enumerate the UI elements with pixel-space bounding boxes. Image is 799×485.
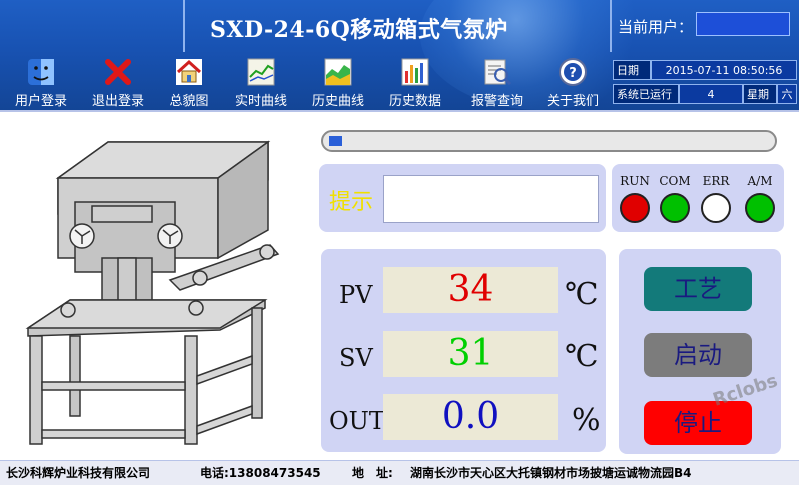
home-icon — [176, 59, 202, 85]
footer-address-label: 地 址: — [352, 466, 393, 480]
tip-label: 提示 — [329, 190, 374, 215]
header-divider — [183, 0, 185, 52]
out-value: 0.0 — [441, 396, 500, 437]
sv-value: 31 — [447, 333, 494, 374]
about-us-button[interactable]: ? 关于我们 — [547, 55, 599, 110]
overview-button-label: 总貌图 — [169, 94, 209, 109]
progress-bar — [321, 130, 777, 152]
readings-panel: PV 34 ℃ SV 31 ℃ OUT 0.0 % — [321, 249, 606, 452]
footer-phone: 电话:13808473545 — [200, 466, 321, 480]
help-icon: ? — [559, 58, 587, 86]
led-com-label: COM — [659, 174, 691, 188]
led-err-label: ERR — [702, 174, 730, 188]
led-am-label: A/M — [747, 174, 773, 188]
app-title: SXD-24-6Q移动箱式气氛炉 — [210, 17, 508, 43]
alarm-search-icon — [484, 59, 512, 86]
svg-text:?: ? — [569, 66, 577, 81]
alarm-query-button-label: 报警查询 — [470, 94, 523, 109]
led-com-indicator — [660, 193, 690, 223]
system-info-panel: 日期 2015-07-11 08:50:56 系统已运行 4 星期 六 — [613, 60, 797, 106]
red-x-icon — [105, 59, 131, 85]
current-user-label: 当前用户： — [618, 18, 694, 36]
pv-value: 34 — [447, 269, 494, 310]
pv-unit: ℃ — [565, 277, 599, 312]
out-unit: % — [572, 403, 601, 438]
runtime-label: 系统已运行 — [613, 84, 679, 104]
date-value: 2015-07-11 08:50:56 — [651, 60, 797, 80]
runtime-value: 4 — [679, 84, 743, 104]
led-am-indicator — [745, 193, 775, 223]
led-run-indicator — [620, 193, 650, 223]
history-data-button-label: 历史数据 — [388, 94, 441, 109]
header-divider — [610, 0, 612, 52]
header-bar: SXD-24-6Q移动箱式气氛炉 当前用户： 用户登录 退出登录 总貌图 实时曲… — [0, 0, 799, 110]
history-curve-button-label: 历史曲线 — [311, 94, 364, 109]
sv-value-box[interactable]: 31 — [383, 331, 558, 377]
sv-unit: ℃ — [565, 339, 599, 374]
runtime-row: 系统已运行 4 星期 六 — [613, 84, 797, 104]
pv-value-box: 34 — [383, 267, 558, 313]
history-chart-icon — [324, 58, 352, 86]
week-label: 星期 — [743, 84, 777, 104]
login-button[interactable]: 用户登录 — [15, 55, 67, 110]
footer-bar: 长沙科辉炉业科技有限公司 电话:13808473545 地 址: 湖南长沙市天心… — [0, 460, 799, 485]
toolbar: 用户登录 退出登录 总貌图 实时曲线 历史曲线 历史数据 报警查询 ? 关于我们 — [0, 55, 610, 110]
led-err-indicator — [701, 193, 731, 223]
sv-label: SV — [339, 344, 373, 372]
history-curve-button[interactable]: 历史曲线 — [312, 55, 364, 110]
logout-button-label: 退出登录 — [91, 94, 144, 109]
alarm-query-button[interactable]: 报警查询 — [471, 55, 523, 110]
furnace-illustration — [25, 140, 280, 445]
progress-bar-fill — [329, 136, 342, 146]
logout-button[interactable]: 退出登录 — [92, 55, 144, 110]
history-data-icon — [401, 58, 429, 86]
history-data-button[interactable]: 历史数据 — [389, 55, 441, 110]
realtime-curve-button-label: 实时曲线 — [234, 94, 287, 109]
footer-address: 湖南长沙市天心区大托镇钢材市场披塘运诚物流园B4 — [410, 466, 692, 480]
login-button-label: 用户登录 — [14, 94, 67, 109]
start-button[interactable]: 启动 — [644, 333, 752, 377]
realtime-chart-icon — [247, 58, 275, 86]
stop-button[interactable]: 停止 — [644, 401, 752, 445]
current-user-field[interactable] — [696, 12, 790, 36]
mac-finder-icon — [28, 59, 54, 85]
date-label: 日期 — [613, 60, 651, 80]
tip-panel: 提示 — [319, 164, 606, 232]
tip-message-box — [383, 175, 599, 223]
led-run-label: RUN — [620, 174, 650, 188]
week-value: 六 — [777, 84, 797, 104]
about-us-button-label: 关于我们 — [546, 94, 599, 109]
control-button-panel: 工艺 启动 停止 — [619, 249, 781, 454]
process-button[interactable]: 工艺 — [644, 267, 752, 311]
out-value-box: 0.0 — [383, 394, 558, 440]
realtime-curve-button[interactable]: 实时曲线 — [235, 55, 287, 110]
status-led-panel: RUN COM ERR A/M — [612, 164, 784, 232]
date-row: 日期 2015-07-11 08:50:56 — [613, 60, 797, 80]
out-label: OUT — [329, 407, 385, 435]
footer-company: 长沙科辉炉业科技有限公司 — [6, 466, 151, 480]
overview-button[interactable]: 总貌图 — [169, 55, 209, 110]
pv-label: PV — [339, 281, 373, 309]
